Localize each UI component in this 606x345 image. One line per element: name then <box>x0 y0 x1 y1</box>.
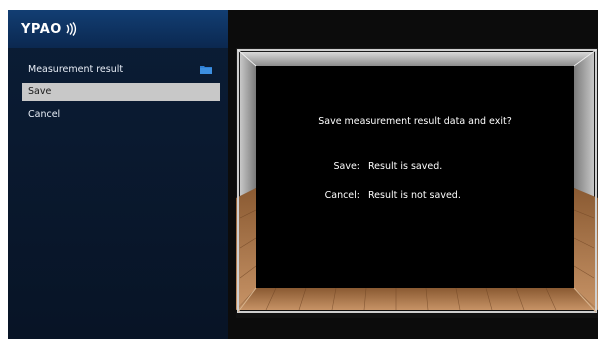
option-key: Cancel: <box>324 190 360 201</box>
dialog-message: Save measurement result data and exit? <box>318 116 512 127</box>
menu-item-label: Save <box>28 86 52 97</box>
save-confirmation-dialog: Save measurement result data and exit? S… <box>256 66 574 288</box>
sound-waves-icon <box>66 22 76 36</box>
logo-text: YPAO <box>21 21 62 37</box>
menu-item-save[interactable]: Save <box>22 83 220 101</box>
menu-item-label: Cancel <box>28 109 61 120</box>
tv-screen: YPAO Measurement result Save Cancel Save… <box>8 10 598 339</box>
option-key: Save: <box>333 161 360 172</box>
ypao-menu-panel: YPAO Measurement result Save Cancel <box>8 10 228 339</box>
room-illustration: Save measurement result data and exit? S… <box>236 48 598 318</box>
option-row-save: Save: Result is saved. <box>256 161 574 175</box>
option-description: Result is not saved. <box>368 190 461 201</box>
menu-item-label: Measurement result <box>28 64 124 75</box>
option-row-cancel: Cancel: Result is not saved. <box>256 190 574 204</box>
menu-item-cancel[interactable]: Cancel <box>22 106 220 124</box>
ypao-logo: YPAO <box>21 20 78 38</box>
folder-icon <box>200 66 212 74</box>
menu-item-measurement-result[interactable]: Measurement result <box>22 61 220 79</box>
header-bar: YPAO <box>8 10 228 48</box>
option-description: Result is saved. <box>368 161 443 172</box>
